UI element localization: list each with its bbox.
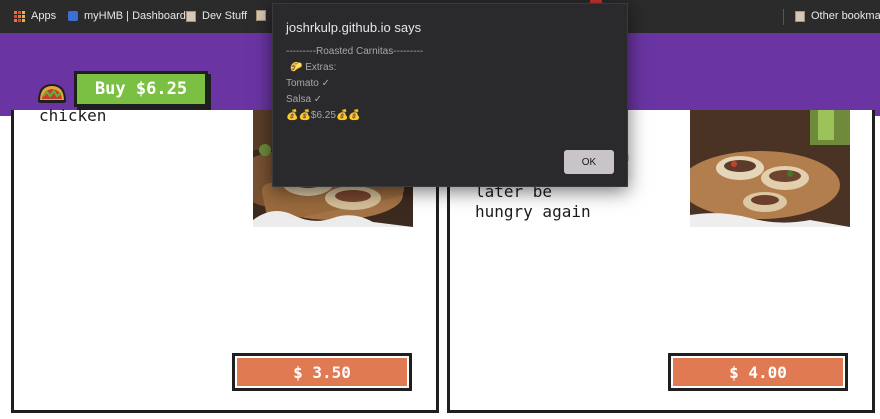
taco-icon[interactable]: [37, 81, 67, 105]
bookmarks-divider: [783, 9, 784, 25]
bookmark-apps[interactable]: Apps: [14, 10, 56, 22]
taco-icon: 🌮: [290, 62, 306, 73]
money-bag-icon: 💰💰: [335, 110, 361, 121]
card-description: chicken: [39, 106, 107, 125]
money-bag-icon: 💰💰: [286, 110, 311, 121]
bookmark-label: myHMB | Dashboard: [84, 10, 186, 22]
apps-grid-icon: [14, 10, 25, 22]
site-favicon-icon: [68, 11, 78, 21]
dialog-title: joshrkulp.github.io says: [286, 20, 422, 35]
order-total: $6.25: [310, 110, 336, 121]
bookmark-other[interactable]: Other bookmark: [795, 10, 880, 22]
card-description-line: hungry again: [475, 202, 591, 221]
total-row: 💰💰$6.25💰💰: [286, 110, 361, 121]
bookmark-label: Apps: [31, 10, 57, 22]
folder-icon: [795, 10, 805, 22]
alert-dialog: joshrkulp.github.io says ---------Roaste…: [272, 3, 628, 187]
buy-button[interactable]: Buy $6.25: [74, 71, 208, 107]
extras-row: 🌮 Extras:: [290, 62, 336, 73]
bookmark-folder-partial[interactable]: [256, 10, 266, 21]
tacos-on-wooden-board-photo: [690, 110, 850, 227]
ok-button[interactable]: OK: [564, 150, 614, 174]
folder-icon: [256, 10, 266, 21]
order-heading: ---------Roasted Carnitas---------: [286, 46, 424, 57]
extra-item: Salsa ✓: [286, 94, 323, 105]
add-to-cart-button[interactable]: $ 3.50: [232, 353, 412, 391]
bookmark-myhmb-dashboard[interactable]: myHMB | Dashboard: [68, 10, 186, 22]
extra-item: Tomato ✓: [286, 78, 330, 89]
bookmark-label: Dev Stuff: [202, 10, 248, 22]
bookmark-label: Other bookmark: [811, 10, 880, 22]
bookmark-dev-stuff[interactable]: Dev Stuff: [186, 10, 247, 22]
extras-label: Extras:: [305, 62, 337, 73]
add-to-cart-button[interactable]: $ 4.00: [668, 353, 848, 391]
folder-icon: [186, 10, 196, 22]
